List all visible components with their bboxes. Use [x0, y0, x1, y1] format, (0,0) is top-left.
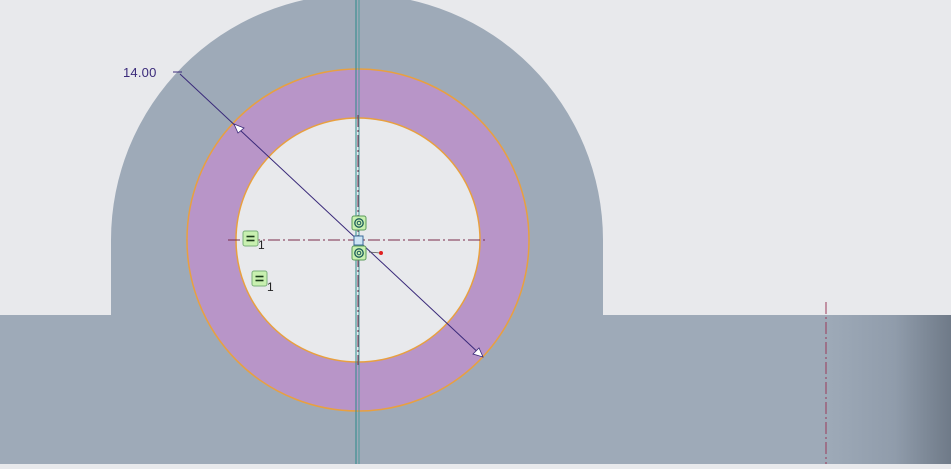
- part-shaded-face: [826, 315, 951, 464]
- center-point-marker[interactable]: [353, 235, 364, 246]
- equal-constraint-label-2: 1: [267, 280, 274, 294]
- concentric-constraint-icon-bottom[interactable]: [351, 245, 367, 261]
- sketch-viewport[interactable]: 14.00 1 1: [0, 0, 951, 464]
- equal-constraint-icon-2[interactable]: [251, 270, 268, 287]
- equal-constraint-icon-1[interactable]: [242, 230, 259, 247]
- concentric-constraint-icon-top[interactable]: [351, 215, 367, 231]
- equal-constraint-label-1: 1: [258, 238, 265, 252]
- diameter-dimension-value[interactable]: 14.00: [123, 65, 157, 80]
- sketch-point[interactable]: [379, 251, 383, 255]
